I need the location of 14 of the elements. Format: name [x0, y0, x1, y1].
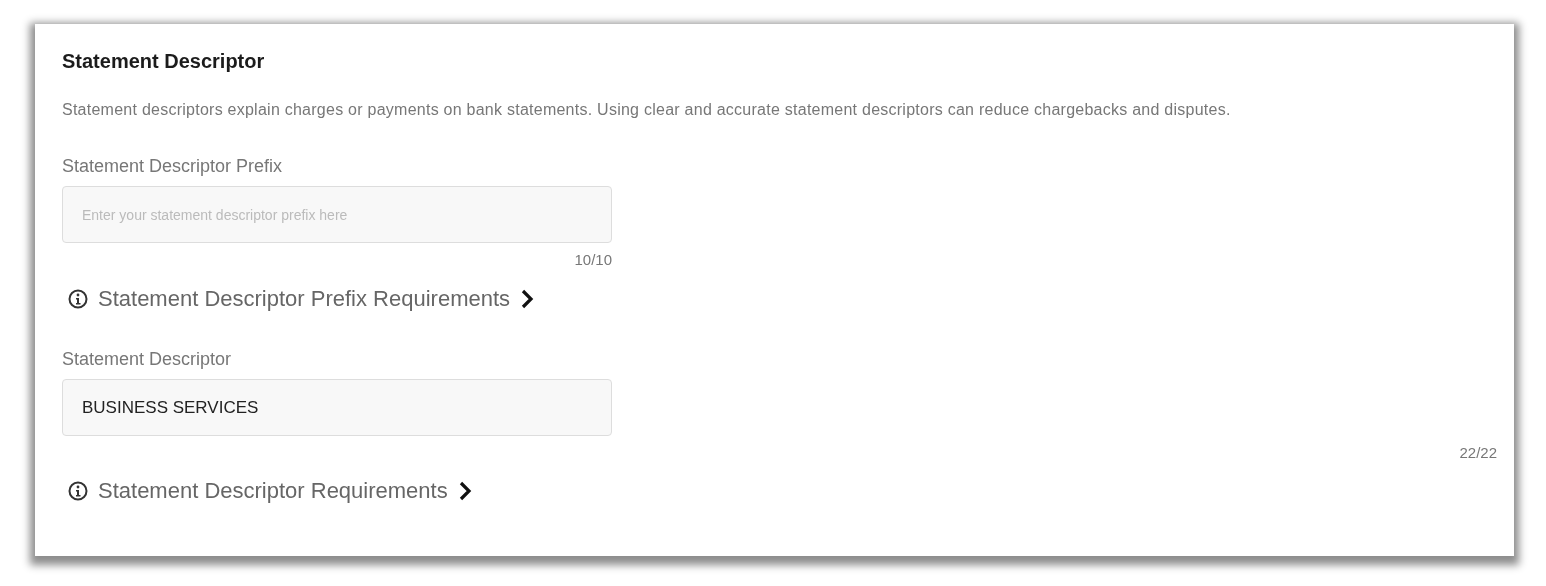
- section-title: Statement Descriptor: [62, 50, 266, 73]
- character-counter: 10/10: [574, 251, 612, 268]
- chevron-right-icon: [457, 481, 472, 501]
- input-field[interactable]: Enter your statement descriptor prefix here: [62, 186, 612, 243]
- requirements-link[interactable]: Statement Descriptor Prefix Requirements: [68, 286, 535, 312]
- section-description: Statement descriptors explain charges or payments on bank statements. Using clear and accurate statement descriptors can reduce chargebacks and disputes.: [62, 100, 1232, 120]
- field-label: Statement Descriptor: [62, 349, 232, 370]
- chevron-right-icon: [520, 289, 535, 309]
- field-label: Statement Descriptor Prefix: [62, 156, 283, 177]
- info-icon: [68, 481, 88, 501]
- input-field[interactable]: BUSINESS SERVICES: [62, 379, 612, 436]
- info-icon: [68, 289, 88, 309]
- character-counter: 22/22: [1459, 444, 1497, 461]
- requirements-link[interactable]: Statement Descriptor Requirements: [68, 478, 472, 504]
